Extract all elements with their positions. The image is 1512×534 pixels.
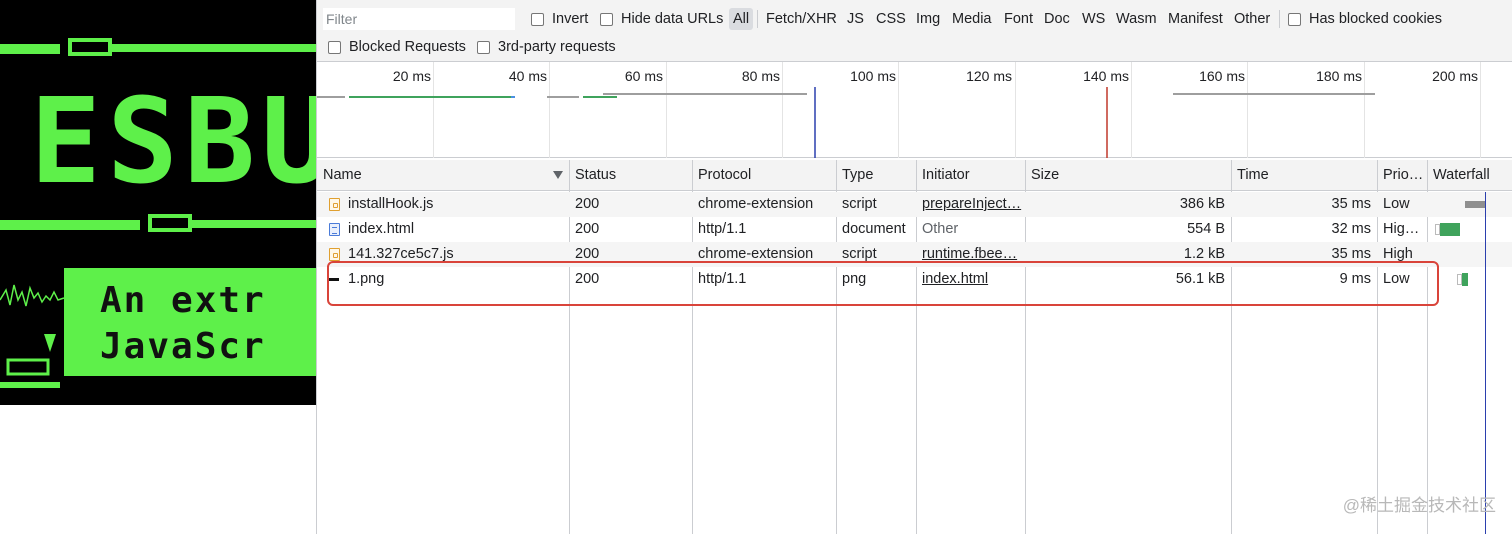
network-panel: Invert Hide data URLs All Fetch/XHR JS C… [316, 0, 1512, 534]
request-priority: Hig… [1383, 221, 1420, 237]
waterfall-bar [1462, 273, 1468, 286]
hide-data-urls-label: Hide data URLs [621, 11, 724, 27]
table-row[interactable]: index.html 200 http/1.1 document Other 5… [317, 217, 1512, 242]
checkbox-icon [600, 12, 613, 26]
script-file-icon [329, 248, 340, 261]
request-status: 200 [575, 221, 600, 237]
checkbox-icon [531, 12, 544, 26]
checkbox-icon [477, 40, 490, 54]
column-header-waterfall[interactable]: Waterfall [1427, 160, 1512, 191]
script-file-icon [329, 198, 340, 211]
overview-timeline[interactable]: 20 ms 40 ms 60 ms 80 ms 100 ms 120 ms 14… [317, 62, 1512, 158]
type-filter-doc[interactable]: Doc [1040, 8, 1074, 30]
network-requests-table: Name Status Protocol Type Initiator Size… [317, 160, 1512, 534]
request-initiator-link[interactable]: prepareInject… [916, 192, 1023, 217]
third-party-requests-checkbox[interactable]: 3rd-party requests [477, 37, 616, 57]
type-filter-other[interactable]: Other [1230, 8, 1274, 30]
type-filter-wasm[interactable]: Wasm [1112, 8, 1161, 30]
highlight-annotation-box [327, 261, 1439, 306]
request-name: installHook.js [348, 196, 434, 212]
page-blank-area [0, 405, 316, 534]
request-type: document [842, 221, 906, 237]
third-party-requests-label: 3rd-party requests [498, 39, 616, 55]
sort-descending-icon[interactable] [553, 171, 563, 179]
table-header: Name Status Protocol Type Initiator Size… [317, 160, 1512, 191]
request-size: 386 kB [1179, 196, 1225, 212]
page-banner: ESBU An extr JavaScr [0, 0, 316, 405]
type-filter-img[interactable]: Img [912, 8, 944, 30]
request-initiator: Other [922, 221, 959, 237]
banner-tagline-line2: JavaScr [100, 326, 266, 367]
blocked-requests-checkbox[interactable]: Blocked Requests [328, 37, 466, 57]
document-file-icon [329, 223, 340, 236]
banner-tagline-line1: An extr [100, 280, 266, 321]
filter-input[interactable] [323, 8, 515, 30]
type-filter-all[interactable]: All [729, 8, 754, 30]
column-header-name[interactable]: Name [317, 160, 565, 191]
has-blocked-cookies-label: Has blocked cookies [1309, 11, 1442, 27]
request-time: 32 ms [1331, 221, 1372, 237]
banner-tagline: An extr JavaScr [100, 278, 266, 370]
table-row[interactable]: installHook.js 200 chrome-extension scri… [317, 192, 1512, 217]
overview-request-bars [317, 87, 1375, 158]
watermark: @稀土掘金技术社区 [1342, 496, 1496, 515]
request-time: 35 ms [1331, 196, 1372, 212]
column-header-protocol[interactable]: Protocol [692, 160, 832, 191]
request-size: 554 B [1187, 221, 1225, 237]
checkbox-icon [328, 40, 341, 54]
type-filter-font[interactable]: Font [1000, 8, 1037, 30]
filter-toolbar-row2: Blocked Requests 3rd-party requests [317, 34, 1512, 62]
waterfall-bar [1440, 223, 1460, 236]
waterfall-bar [1465, 201, 1485, 208]
column-header-time[interactable]: Time [1231, 160, 1375, 191]
request-type: script [842, 196, 877, 212]
type-filter-js[interactable]: JS [843, 8, 868, 30]
invert-label: Invert [552, 11, 589, 27]
type-filter-css[interactable]: CSS [872, 8, 910, 30]
waterfall-dom-content-loaded-line [1485, 192, 1486, 534]
filter-toolbar: Invert Hide data URLs All Fetch/XHR JS C… [317, 0, 1512, 34]
type-filter-manifest[interactable]: Manifest [1164, 8, 1227, 30]
invert-checkbox[interactable]: Invert [531, 9, 588, 29]
request-protocol: chrome-extension [698, 196, 814, 212]
column-header-type[interactable]: Type [836, 160, 914, 191]
column-header-initiator[interactable]: Initiator [916, 160, 1021, 191]
toolbar-separator [757, 10, 758, 28]
checkbox-icon [1288, 12, 1301, 26]
column-header-status[interactable]: Status [569, 160, 689, 191]
request-priority: Low [1383, 196, 1410, 212]
type-filter-media[interactable]: Media [948, 8, 996, 30]
request-status: 200 [575, 196, 600, 212]
has-blocked-cookies-checkbox[interactable]: Has blocked cookies [1288, 9, 1442, 29]
request-protocol: http/1.1 [698, 221, 747, 237]
type-filter-ws[interactable]: WS [1078, 8, 1109, 30]
type-filter-fetch-xhr[interactable]: Fetch/XHR [762, 8, 841, 30]
request-name: index.html [348, 221, 415, 237]
column-header-size[interactable]: Size [1025, 160, 1227, 191]
blocked-requests-label: Blocked Requests [349, 39, 466, 55]
banner-logo-text: ESBU [30, 72, 316, 210]
hide-data-urls-checkbox[interactable]: Hide data URLs [600, 9, 723, 29]
toolbar-separator [1279, 10, 1280, 28]
column-header-priority[interactable]: Prio… [1377, 160, 1425, 191]
